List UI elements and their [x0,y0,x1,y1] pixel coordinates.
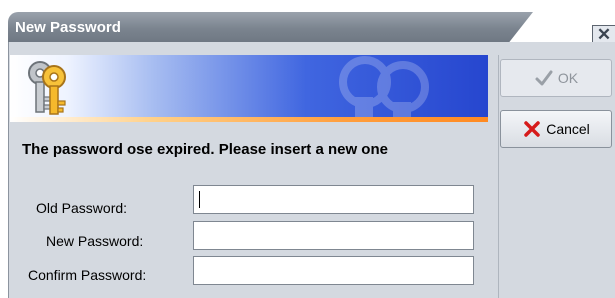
cancel-button[interactable]: Cancel [500,110,612,148]
ok-button-label: OK [557,70,579,86]
new-password-label: New Password: [46,233,144,249]
watermark-keys-graphic [339,56,429,122]
expiry-message: The password ose expired. Please insert … [22,141,388,158]
new-password-field[interactable] [193,221,474,250]
checkmark-icon [535,70,553,86]
ok-button[interactable]: OK [500,59,612,97]
old-password-field[interactable] [193,185,474,214]
text-cursor [199,191,200,208]
keys-icon [28,61,66,115]
banner-accent-stripe [10,117,488,122]
dialog-body: The password ose expired. Please insert … [8,42,615,298]
cancel-button-label: Cancel [546,121,590,137]
title-bar: New Password ✕ [0,0,615,45]
confirm-password-label: Confirm Password: [28,267,147,283]
button-panel: OK Cancel [498,55,615,298]
old-password-label: Old Password: [36,200,128,216]
header-banner [10,55,488,122]
window-title: New Password [15,19,121,36]
confirm-password-field[interactable] [193,256,474,285]
red-x-icon [524,121,540,137]
